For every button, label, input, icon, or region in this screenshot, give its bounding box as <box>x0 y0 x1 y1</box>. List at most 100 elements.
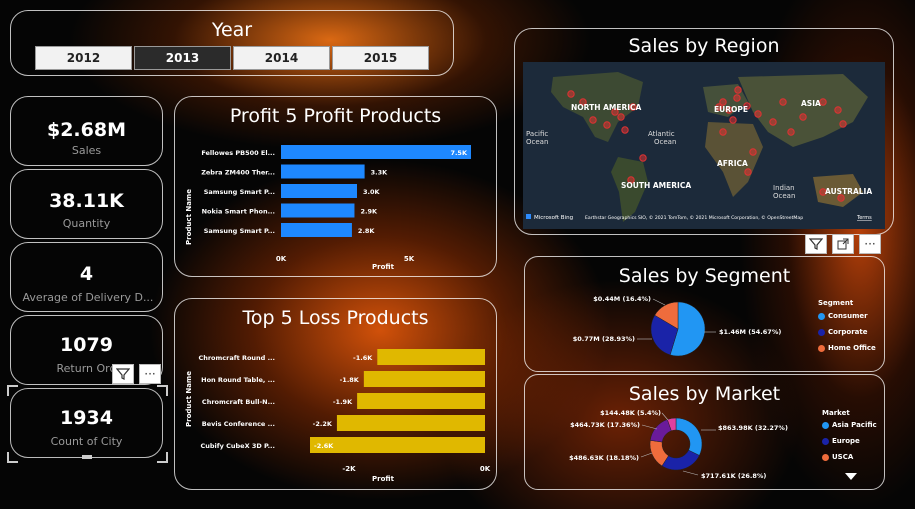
data-label: -2.2K <box>313 420 333 428</box>
map-bubble[interactable] <box>787 128 795 136</box>
map-bubble[interactable] <box>769 118 777 126</box>
map-terms-link[interactable]: Terms <box>856 215 872 221</box>
map-bubble[interactable] <box>567 90 575 98</box>
resize-handle[interactable] <box>157 385 168 396</box>
loss-bar[interactable] <box>310 437 485 453</box>
profit-products-chart[interactable]: Profit 5 Profit Products Product Name Pr… <box>174 96 497 277</box>
legend-item[interactable]: USCA <box>822 453 853 461</box>
legend-item[interactable]: Home Office <box>818 344 876 352</box>
leader-line <box>641 424 658 430</box>
map-bubble[interactable] <box>839 120 847 128</box>
map-bubble[interactable] <box>799 113 807 121</box>
legend-item[interactable]: Corporate <box>818 328 868 336</box>
map-bubble[interactable] <box>749 148 757 156</box>
sales-by-segment-chart[interactable]: Sales by Segment $1.46M (54.67%) $0.77M (… <box>524 256 885 372</box>
resize-handle[interactable] <box>82 455 92 459</box>
sales-by-market-chart[interactable]: Sales by Market $863.98K (32.27%) $717.61… <box>524 374 885 490</box>
kpi-value-quantity: 38.11K <box>49 190 124 212</box>
market-donut-canvas: $863.98K (32.27%) $717.61K (26.8%) $486.63… <box>569 409 788 480</box>
world-map[interactable]: NORTH AMERICA EUROPE ASIA Pacific Ocean A… <box>523 62 885 229</box>
x-tick-label: 0K <box>480 465 491 473</box>
donut-slice[interactable] <box>661 449 700 471</box>
x-axis-title: Profit <box>372 263 395 271</box>
map-brand: Microsoft Bing <box>534 215 573 221</box>
kpi-label-sales: Sales <box>71 144 102 157</box>
legend-marker <box>818 312 825 320</box>
resize-handle[interactable] <box>7 385 18 396</box>
resize-handle[interactable] <box>7 452 18 463</box>
loss-bar-chart-canvas: Product Name Profit -2K 0K Chromcraft Ro… <box>185 349 491 483</box>
profit-bar[interactable] <box>281 164 365 179</box>
map-bubble[interactable] <box>834 106 842 114</box>
donut-slice[interactable] <box>649 419 672 443</box>
legend-marker <box>822 421 829 429</box>
focus-mode-icon[interactable] <box>832 234 854 254</box>
data-label: $486.63K (18.18%) <box>569 454 639 462</box>
year-option-2015[interactable]: 2015 <box>332 46 429 70</box>
loss-bar[interactable] <box>363 371 485 387</box>
map-label-asia: ASIA <box>801 99 821 108</box>
map-bubble[interactable] <box>734 86 742 94</box>
data-label: 7.5K <box>450 149 468 157</box>
map-bubble[interactable] <box>733 94 741 102</box>
map-bubble[interactable] <box>603 121 611 129</box>
map-bubble[interactable] <box>617 113 625 121</box>
category-label: Nokia Smart Phon... <box>202 208 275 216</box>
year-option-2012[interactable]: 2012 <box>35 46 132 70</box>
sales-by-region-map[interactable]: Sales by Region NORTH AMERICA EUROPE ASI… <box>514 28 894 235</box>
leader-line <box>682 470 699 476</box>
map-bubble[interactable] <box>754 110 762 118</box>
kpi-card-city[interactable]: 1934 Count of City <box>10 388 163 458</box>
legend-item[interactable]: Europe <box>822 437 860 445</box>
legend-label: USCA <box>832 453 854 461</box>
data-label: 2.9K <box>360 208 378 216</box>
filter-icon[interactable] <box>112 364 134 384</box>
data-label: $144.48K (5.4%) <box>600 409 661 417</box>
map-bubble[interactable] <box>589 116 597 124</box>
filter-icon[interactable] <box>805 234 827 254</box>
x-tick-label: -2K <box>342 465 356 473</box>
legend-item[interactable]: Asia Pacific <box>822 421 877 429</box>
profit-bar[interactable] <box>281 203 355 218</box>
map-bubble[interactable] <box>621 126 629 134</box>
category-label: Bevis Conference ... <box>202 420 275 428</box>
legend-label: Consumer <box>828 312 868 320</box>
map-bubble[interactable] <box>779 98 787 106</box>
chart-title: Sales by Region <box>628 35 780 57</box>
profit-bar-chart-canvas: Product Name Profit 0K 5K Fellowes PB500… <box>185 145 471 271</box>
data-label: -1.6K <box>353 354 373 362</box>
year-option-2014[interactable]: 2014 <box>233 46 330 70</box>
donut-slice[interactable] <box>675 417 703 456</box>
loss-bar[interactable] <box>336 415 485 431</box>
kpi-value-city: 1934 <box>60 407 113 429</box>
map-bubble[interactable] <box>719 128 727 136</box>
leader-line <box>652 298 666 306</box>
data-label: $0.77M (28.93%) <box>573 335 635 343</box>
kpi-card-delivery[interactable]: 4 Average of Delivery D... <box>10 242 163 312</box>
more-options-icon[interactable]: ··· <box>139 364 161 384</box>
map-bubble[interactable] <box>744 168 752 176</box>
category-label: Zebra ZM400 Ther... <box>201 169 275 177</box>
legend-label: Europe <box>832 437 860 445</box>
profit-bar[interactable] <box>281 145 471 159</box>
loss-bar[interactable] <box>377 349 485 365</box>
map-bubble[interactable] <box>729 116 737 124</box>
legend-marker <box>822 437 829 445</box>
kpi-card-quantity[interactable]: 38.11K Quantity <box>10 169 163 239</box>
profit-bar[interactable] <box>281 184 357 198</box>
loss-products-chart[interactable]: Top 5 Loss Products Product Name Profit … <box>174 298 497 490</box>
x-axis-title: Profit <box>372 475 395 483</box>
more-options-icon[interactable]: ··· <box>859 234 881 254</box>
map-bubble[interactable] <box>639 154 647 162</box>
data-label: 2.8K <box>358 227 376 235</box>
kpi-card-sales[interactable]: $2.68M Sales <box>10 96 163 166</box>
year-option-2013[interactable]: 2013 <box>134 46 231 70</box>
year-slicer-title: Year <box>211 19 253 41</box>
kpi-label-delivery: Average of Delivery D... <box>22 291 154 304</box>
resize-handle[interactable] <box>157 452 168 463</box>
legend-marker <box>818 344 825 352</box>
legend-scroll-down-icon[interactable] <box>845 473 857 480</box>
legend-item[interactable]: Consumer <box>818 312 868 320</box>
loss-bar[interactable] <box>357 393 485 409</box>
profit-bar[interactable] <box>281 223 352 237</box>
